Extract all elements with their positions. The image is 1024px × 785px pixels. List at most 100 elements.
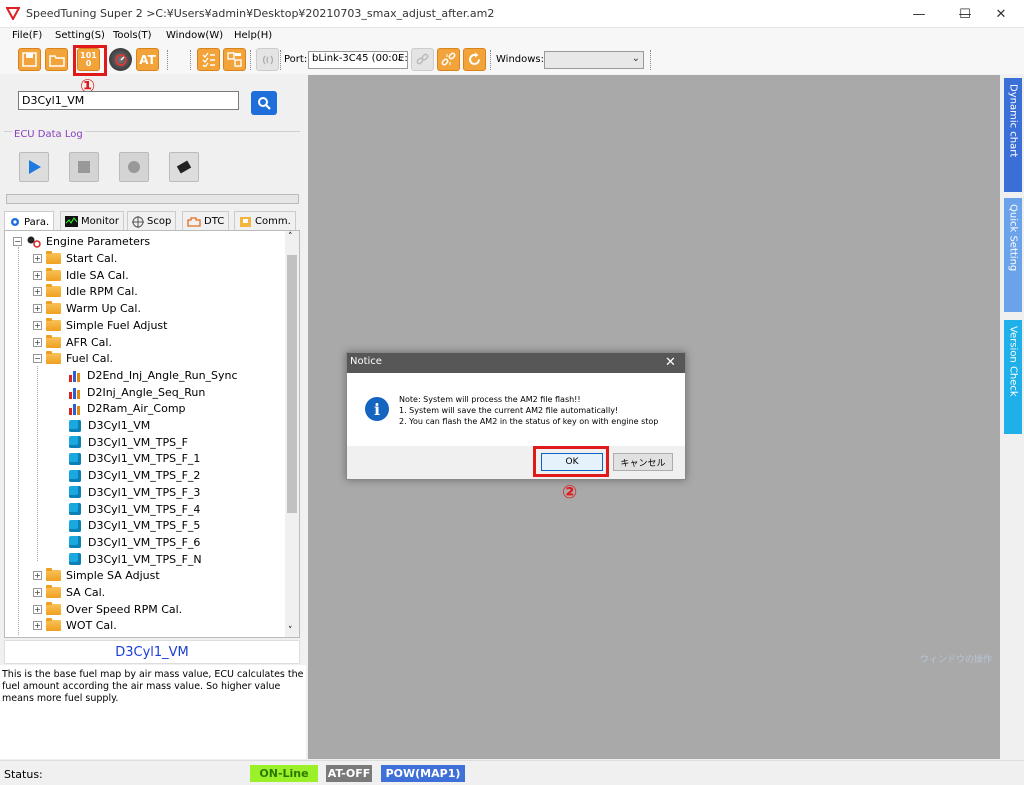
- cube-map-icon: [69, 519, 81, 532]
- open-button[interactable]: [45, 48, 68, 71]
- menu-tools[interactable]: Tools(T): [113, 30, 152, 41]
- log-record-button[interactable]: [119, 152, 149, 182]
- expand-icon[interactable]: +: [33, 588, 42, 597]
- parameter-search-input[interactable]: D3Cyl1_VM: [18, 91, 239, 110]
- tree-item[interactable]: + Start Cal.: [33, 250, 117, 267]
- bar-chart-icon: [69, 386, 82, 399]
- tree-item[interactable]: D3Cyl1_VM_TPS_F_2: [69, 467, 200, 484]
- tree-scrollbar[interactable]: ˄ ˅: [285, 231, 299, 637]
- tree-item[interactable]: − Fuel Cal.: [33, 350, 113, 367]
- checklist-button[interactable]: [197, 48, 220, 71]
- tree-item[interactable]: D3Cyl1_VM_TPS_F_N: [69, 551, 202, 568]
- save-button[interactable]: [18, 48, 41, 71]
- connect-button[interactable]: [411, 48, 434, 71]
- tree-item-label: D3Cyl1_VM_TPS_F_1: [88, 452, 201, 466]
- folder-icon: [46, 601, 61, 615]
- tree-root[interactable]: − Engine Parameters: [13, 233, 150, 250]
- dialog-message-line: 1. System will save the current AM2 file…: [399, 406, 619, 415]
- tab-dtc[interactable]: DTC: [182, 211, 230, 231]
- expand-icon[interactable]: +: [33, 254, 42, 263]
- tree-item[interactable]: D2Ram_Air_Comp: [69, 400, 186, 417]
- folder-icon: [46, 251, 61, 264]
- ecu-data-log-title: ECU Data Log: [12, 129, 85, 140]
- disconnect-button[interactable]: [437, 48, 460, 71]
- expand-icon[interactable]: +: [33, 304, 42, 314]
- tree-item[interactable]: D2Inj_Angle_Seq_Run: [69, 384, 205, 401]
- log-chip-button[interactable]: [169, 152, 199, 182]
- log-stop-button[interactable]: [69, 152, 99, 182]
- toolbar-separator: [190, 50, 191, 70]
- close-button[interactable]: ✕: [978, 0, 1024, 28]
- scroll-down-icon[interactable]: ˅: [288, 626, 293, 636]
- chip-icon: [176, 160, 192, 174]
- cube-map-icon: [69, 486, 81, 499]
- folder-icon: [46, 317, 61, 331]
- status-label: Status:: [4, 768, 43, 781]
- at-button[interactable]: AT: [136, 48, 159, 71]
- expand-icon[interactable]: +: [33, 287, 42, 297]
- menu-setting[interactable]: Setting(S): [55, 30, 105, 41]
- expand-icon[interactable]: +: [33, 337, 42, 347]
- menu-bar: File(F) Setting(S) Tools(T) Window(W) He…: [0, 28, 1024, 46]
- menu-help[interactable]: Help(H): [234, 30, 272, 41]
- tab-para[interactable]: Para.: [4, 211, 55, 232]
- expand-icon[interactable]: +: [33, 270, 42, 280]
- tab-comm[interactable]: Comm.: [234, 211, 296, 231]
- tab-label: Scop: [147, 216, 172, 227]
- collapse-icon[interactable]: −: [33, 354, 42, 364]
- tree-item-label: AFR Cal.: [66, 335, 112, 349]
- tree-item[interactable]: D3Cyl1_VM_TPS_F: [69, 434, 188, 451]
- log-start-button[interactable]: [19, 152, 49, 182]
- gauge-button[interactable]: [109, 48, 132, 71]
- tree-item[interactable]: + Idle SA Cal.: [33, 267, 129, 284]
- tree-item[interactable]: + AFR Cal.: [33, 334, 112, 351]
- stop-icon: [78, 161, 90, 173]
- expand-icon[interactable]: +: [33, 320, 42, 330]
- collapse-icon[interactable]: −: [13, 237, 22, 246]
- tab-dynamic-chart[interactable]: Dynamic chart: [1004, 78, 1022, 192]
- menu-window[interactable]: Window(W): [166, 30, 223, 41]
- tree-item[interactable]: D3Cyl1_VM_TPS_F_1: [69, 450, 200, 467]
- tree-item[interactable]: + WOT Cal.: [33, 617, 117, 634]
- notice-dialog: Notice ✕ i Note: System will process the…: [346, 352, 686, 480]
- tree-item[interactable]: + Idle RPM Cal.: [33, 283, 138, 300]
- tab-version-check[interactable]: Version Check: [1004, 320, 1022, 434]
- port-select[interactable]: bLink-3C45 (00:0E: ⌄: [308, 51, 408, 69]
- tab-scop[interactable]: Scop: [127, 211, 177, 231]
- minimize-button[interactable]: —: [896, 0, 942, 28]
- tree-item[interactable]: + Simple SA Adjust: [33, 567, 160, 584]
- scroll-up-icon[interactable]: ˄: [288, 232, 293, 242]
- folder-icon: [46, 334, 61, 348]
- tree-item[interactable]: D3Cyl1_VM: [69, 417, 150, 434]
- tree-scroll-thumb[interactable]: [287, 255, 297, 513]
- cube-map-icon: [69, 536, 81, 549]
- tab-monitor[interactable]: Monitor: [60, 211, 125, 231]
- cancel-button[interactable]: キャンセル: [613, 453, 673, 471]
- tree-item[interactable]: D3Cyl1_VM_TPS_F_5: [69, 517, 200, 534]
- dialog-close-button[interactable]: ✕: [665, 355, 676, 370]
- tree-item[interactable]: + Warm Up Cal.: [33, 300, 141, 317]
- tree-guide: [18, 247, 19, 635]
- tree-item-label: D3Cyl1_VM_TPS_F_5: [88, 519, 201, 533]
- tree-item[interactable]: D2End_Inj_Angle_Run_Sync: [69, 367, 238, 384]
- layout-button[interactable]: [223, 48, 246, 71]
- tree-item[interactable]: D3Cyl1_VM_TPS_F_4: [69, 501, 200, 518]
- wireless-button[interactable]: [256, 48, 279, 71]
- tab-quick-setting[interactable]: Quick Setting: [1004, 198, 1022, 312]
- menu-file[interactable]: File(F): [12, 30, 42, 41]
- expand-icon[interactable]: +: [33, 621, 42, 631]
- toolbar-separator: [167, 50, 168, 70]
- expand-icon[interactable]: +: [33, 604, 42, 614]
- tree-item[interactable]: + Over Speed RPM Cal.: [33, 601, 182, 618]
- tree-item[interactable]: + SA Cal.: [33, 584, 105, 601]
- tree-item[interactable]: D3Cyl1_VM_TPS_F_3: [69, 484, 200, 501]
- search-button[interactable]: [251, 91, 277, 115]
- tree-item-label: D3Cyl1_VM_TPS_F_2: [88, 469, 201, 483]
- refresh-button[interactable]: [463, 48, 486, 71]
- windows-select[interactable]: ⌄: [544, 51, 644, 69]
- cube-map-icon: [69, 419, 81, 432]
- tree-item[interactable]: + Simple Fuel Adjust: [33, 317, 167, 334]
- expand-icon[interactable]: +: [33, 571, 42, 581]
- bar-chart-icon: [69, 369, 82, 382]
- tree-item[interactable]: D3Cyl1_VM_TPS_F_6: [69, 534, 200, 551]
